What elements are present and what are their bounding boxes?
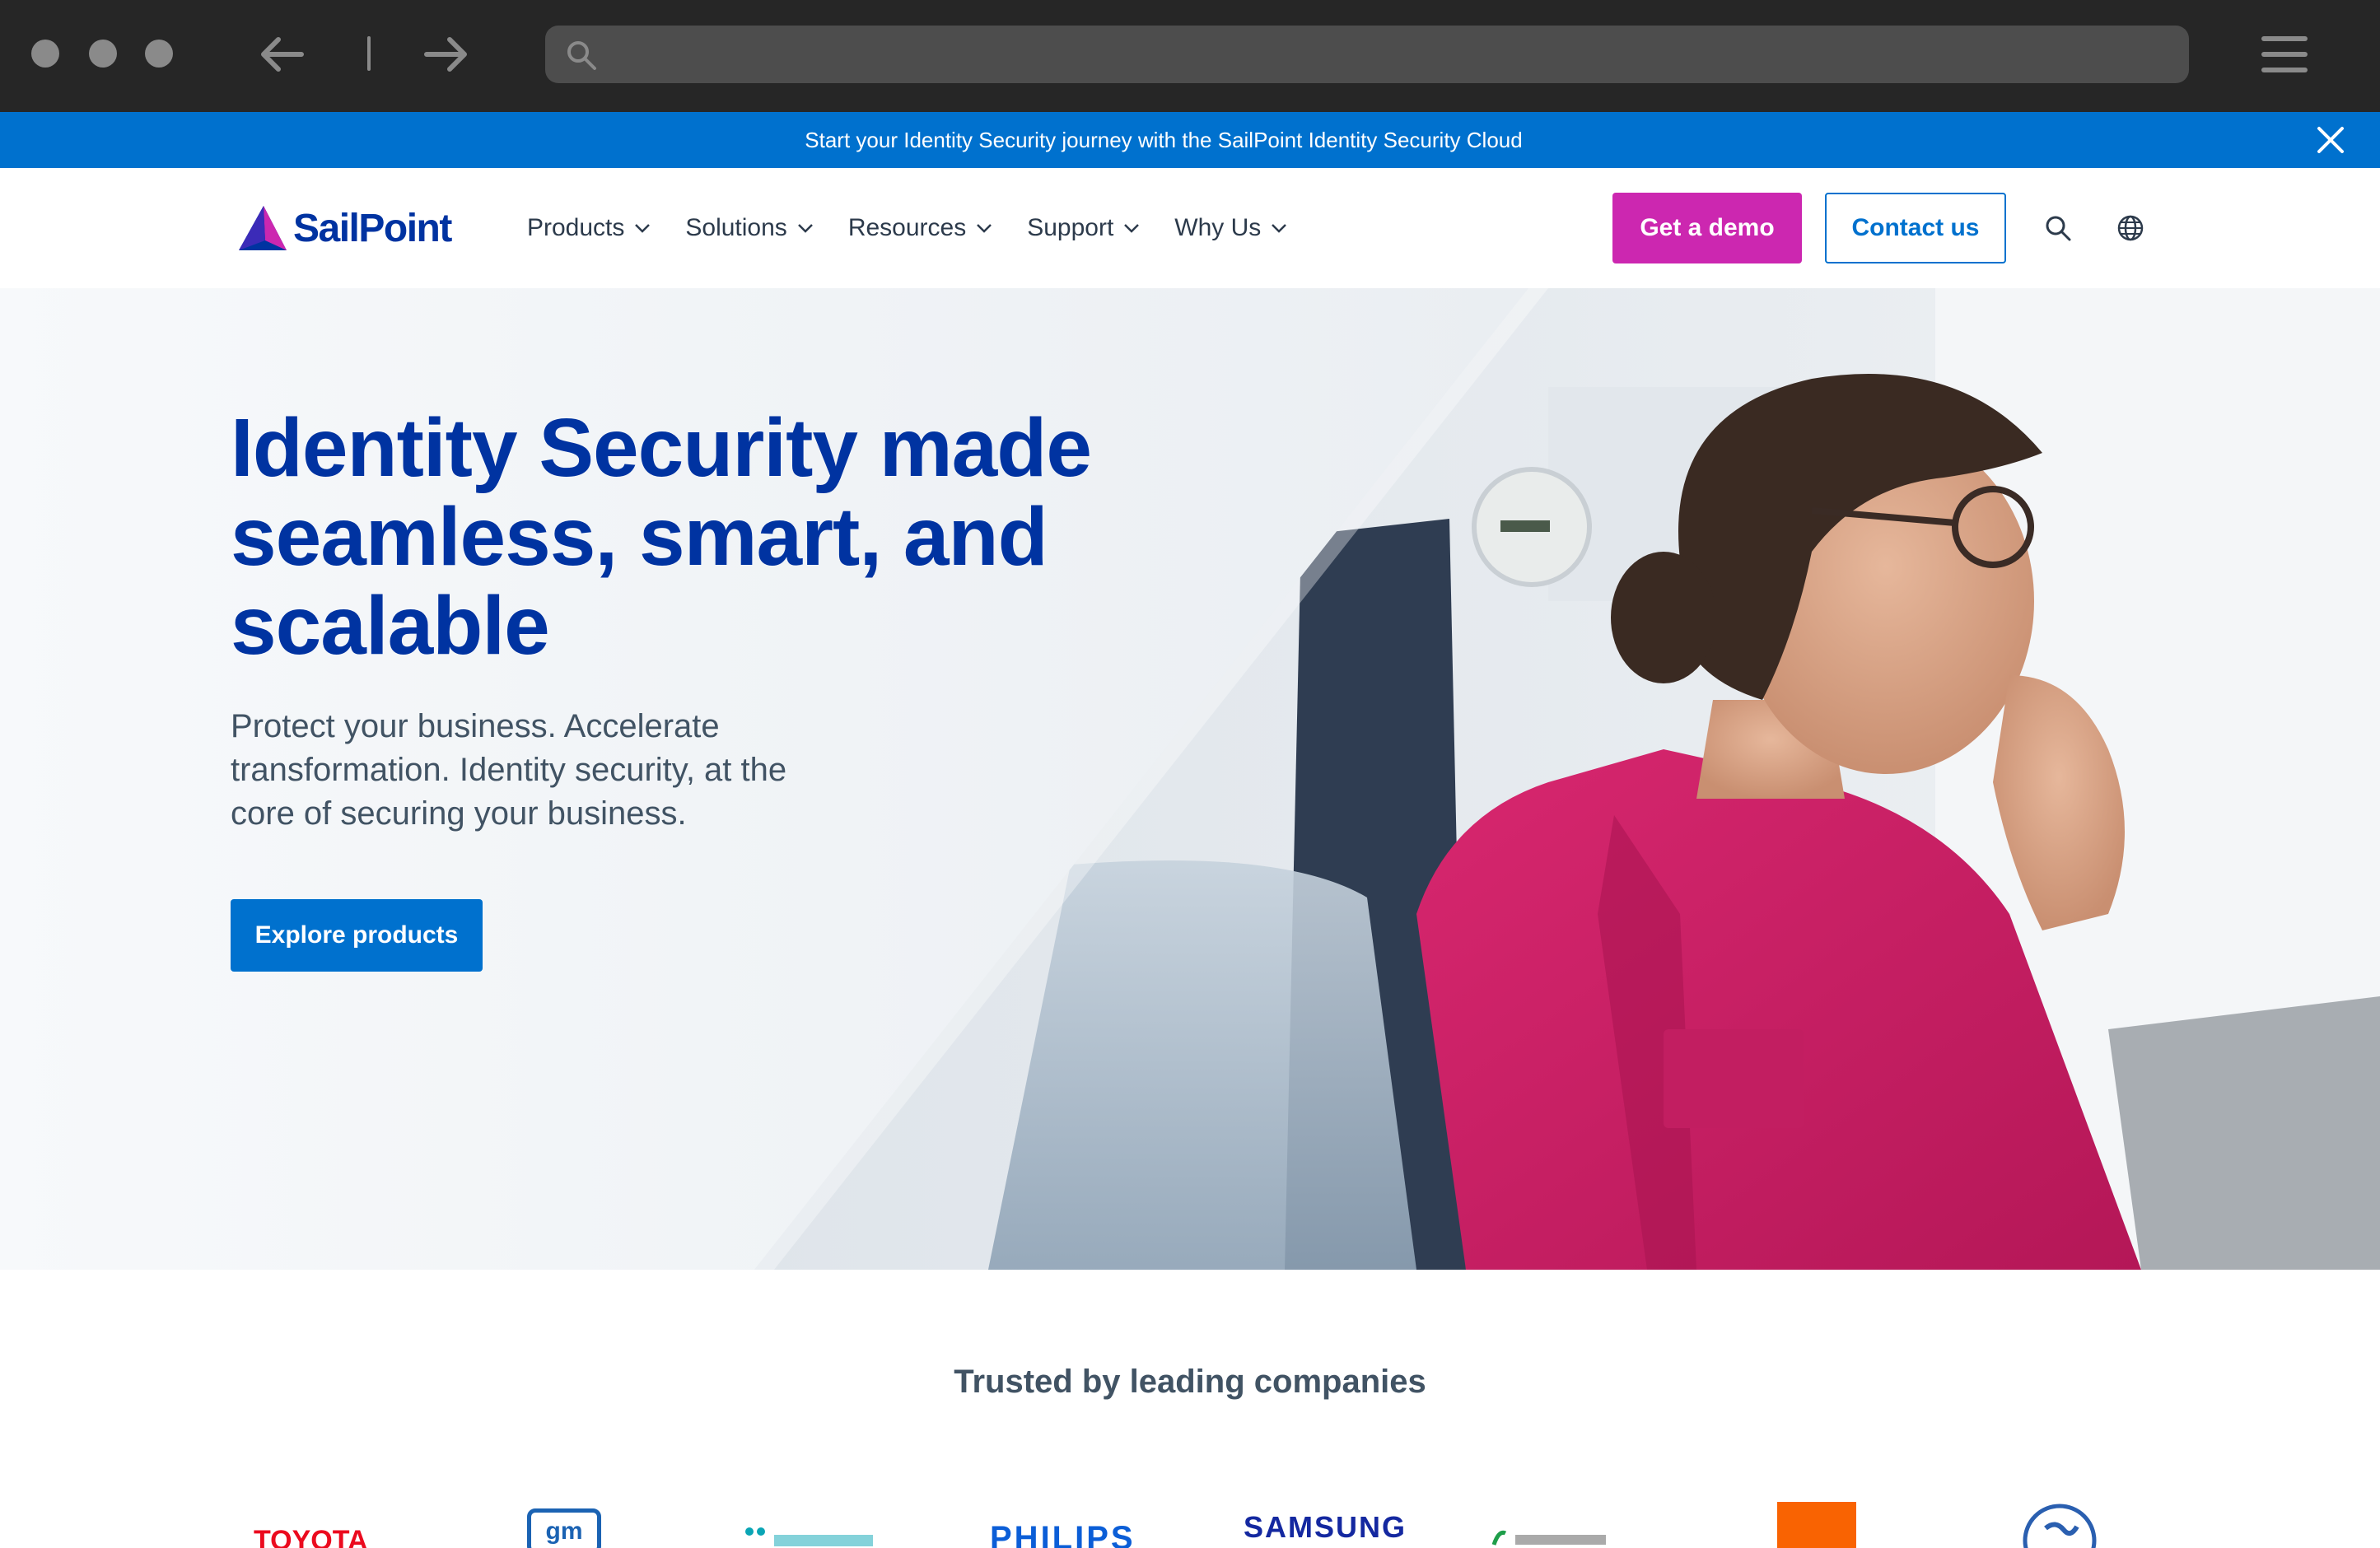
nav-item-label: Resources xyxy=(847,214,967,241)
nav-item-products[interactable]: Products xyxy=(527,214,651,242)
nav-item-solutions[interactable]: Solutions xyxy=(685,214,813,242)
search-icon xyxy=(567,41,596,70)
trusted-section: Trusted by leading companies TOYOTA gm P… xyxy=(0,1270,2380,1548)
announcement-text[interactable]: Start your Identity Security journey wit… xyxy=(0,112,2327,168)
nav-item-label: Why Us xyxy=(1174,214,1262,241)
nav-item-why-us[interactable]: Why Us xyxy=(1174,214,1287,242)
trusted-title: Trusted by leading companies xyxy=(954,1364,1426,1400)
site-header: SailPoint Products Solutions Resources S… xyxy=(0,168,2380,288)
window-minimize-dot[interactable] xyxy=(89,40,117,68)
sailpoint-logo[interactable]: SailPoint xyxy=(237,203,452,254)
gm-logo: gm xyxy=(527,1508,601,1548)
chevron-down-icon xyxy=(977,224,992,233)
chevron-down-icon xyxy=(1124,224,1140,233)
ge-logo xyxy=(2023,1504,2097,1548)
forward-arrow-icon[interactable] xyxy=(422,33,471,76)
nav-separator xyxy=(367,36,371,71)
address-bar[interactable] xyxy=(545,26,2189,83)
brand-logo xyxy=(1491,1530,1606,1546)
close-icon[interactable] xyxy=(2316,125,2345,155)
window-zoom-dot[interactable] xyxy=(145,40,173,68)
hero-section: Identity Security made seamless, smart, … xyxy=(0,288,2380,1270)
nav-item-support[interactable]: Support xyxy=(1027,214,1140,242)
browser-chrome xyxy=(0,0,2380,112)
home-depot-logo xyxy=(1777,1502,1856,1548)
logo-wordmark: SailPoint xyxy=(293,206,452,250)
globe-icon[interactable] xyxy=(2116,214,2144,242)
window-close-dot[interactable] xyxy=(31,40,59,68)
toyota-logo: TOYOTA xyxy=(254,1525,368,1548)
brand-logo xyxy=(745,1527,873,1546)
announcement-bar: Start your Identity Security journey wit… xyxy=(0,112,2380,168)
get-demo-button[interactable]: Get a demo xyxy=(1612,193,1802,263)
hero-subtitle: Protect your business. Accelerate transf… xyxy=(231,708,787,832)
explore-products-button[interactable]: Explore products xyxy=(231,899,483,972)
search-icon[interactable] xyxy=(2044,214,2072,242)
nav-item-label: Solutions xyxy=(685,214,787,241)
hero-title: Identity Security made seamless, smart, … xyxy=(231,402,1092,672)
philips-logo: PHILIPS xyxy=(990,1520,1136,1548)
gm-logo-text: gm xyxy=(545,1518,583,1545)
sailpoint-logo-mark xyxy=(239,206,287,250)
chevron-down-icon xyxy=(1272,224,1287,233)
nav-item-resources[interactable]: Resources xyxy=(848,214,992,242)
chevron-down-icon xyxy=(635,224,651,233)
back-arrow-icon[interactable] xyxy=(257,33,306,76)
chevron-down-icon xyxy=(797,224,813,233)
main-nav: Products Solutions Resources Support Why… xyxy=(527,168,1322,288)
hamburger-icon[interactable] xyxy=(2261,36,2308,72)
contact-us-button[interactable]: Contact us xyxy=(1825,193,2006,263)
customer-logos: TOYOTA gm PHILIPS SAMSUNG xyxy=(0,1502,2380,1548)
samsung-logo: SAMSUNG xyxy=(1244,1510,1407,1544)
nav-item-label: Products xyxy=(527,214,625,241)
nav-item-label: Support xyxy=(1027,214,1114,241)
hero-copy: Identity Security made seamless, smart, … xyxy=(231,403,1219,836)
